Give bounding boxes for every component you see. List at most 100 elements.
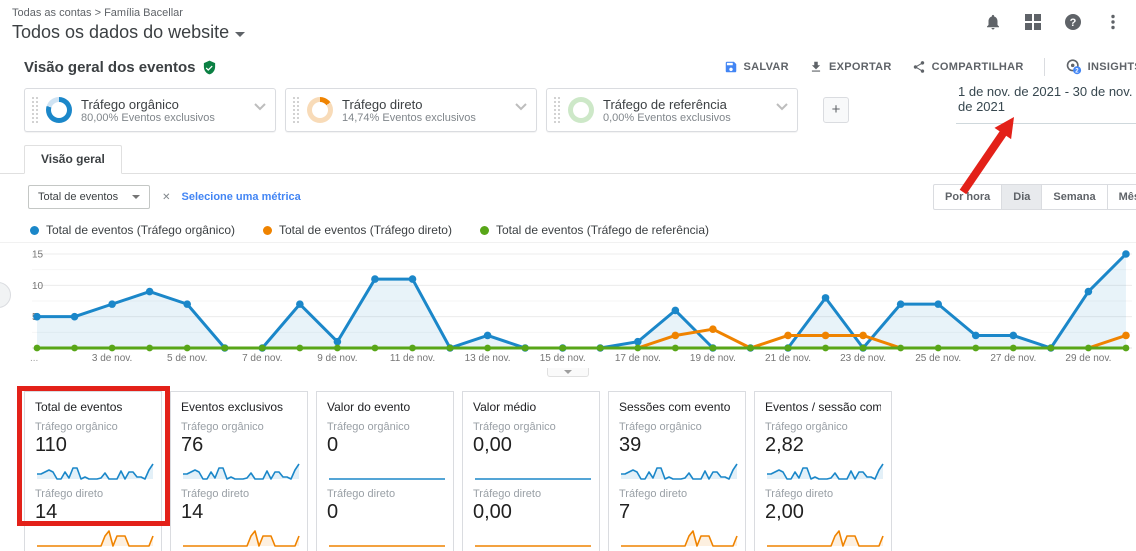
scorecard-title: Eventos / sessão com evento [765,400,881,414]
scorecard-segment-label: Tráfego direto [327,488,443,500]
segment-chip-2[interactable]: Tráfego direto14,74% Eventos exclusivos [285,88,537,132]
sparkline [765,526,885,550]
scorecard-segment-label: Tráfego orgânico [619,421,735,433]
metric-controls: Total de eventos ✕ Selecione uma métrica… [0,174,1136,214]
scorecard-segment-label: Tráfego orgânico [473,421,589,433]
chevron-down-icon [132,195,140,199]
scorecard-2[interactable]: Eventos exclusivosTráfego orgânico76Tráf… [170,391,308,551]
granularity-semana[interactable]: Semana [1042,184,1107,210]
metric-dropdown[interactable]: Total de eventos [28,185,150,209]
scorecard-segment-value: 7 [619,501,735,524]
svg-text:?: ? [1070,17,1077,29]
breadcrumb-separator: > [95,7,101,19]
sparkline [35,459,155,483]
share-button[interactable]: COMPARTILHAR [912,60,1024,74]
sparkline [327,459,447,483]
chevron-down-icon[interactable] [515,98,527,116]
svg-text:19 de nov.: 19 de nov. [690,353,736,364]
segment-donut-icon [568,97,594,123]
date-range-selector[interactable]: 1 de nov. de 2021 - 30 de nov. de 2021 [956,82,1136,124]
scorecard-segment-value: 2,82 [765,434,881,457]
segment-chip-3[interactable]: Tráfego de referência0,00% Eventos exclu… [546,88,798,132]
segments-row: Tráfego orgânico80,00% Eventos exclusivo… [0,80,1136,142]
page-title: Todos os dados do website [12,22,229,43]
breadcrumb[interactable]: Todas as contas > Família Bacellar [12,7,1124,19]
scorecard-segment-value: 14 [181,501,297,524]
drag-handle-icon[interactable] [292,96,300,124]
sparkline [327,526,447,550]
segment-name: Tráfego de referência [603,97,731,112]
help-icon[interactable]: ? [1064,13,1082,31]
segment-info: Tráfego direto14,74% Eventos exclusivos [342,97,476,124]
tabs-row: Visão geral [0,144,1136,174]
granularity-por-hora[interactable]: Por hora [933,184,1002,210]
chevron-down-icon[interactable] [254,98,266,116]
legend-dot-icon [480,226,489,235]
download-icon [809,60,823,74]
remove-metric-button[interactable]: ✕ [162,192,170,203]
svg-text:15: 15 [32,250,44,261]
scorecard-segment-label: Tráfego orgânico [327,421,443,433]
segment-detail: 80,00% Eventos exclusivos [81,112,215,124]
svg-text:23 de nov.: 23 de nov. [840,353,886,364]
scorecard-title: Sessões com evento [619,400,735,414]
scorecard-1[interactable]: Total de eventosTráfego orgânico110Tráfe… [24,391,162,551]
notifications-bell-icon[interactable] [984,13,1002,31]
scorecard-3[interactable]: Valor do eventoTráfego orgânico0Tráfego … [316,391,454,551]
export-button[interactable]: EXPORTAR [809,60,892,74]
insights-button[interactable]: 2 INSIGHTS [1065,59,1136,75]
drag-handle-icon[interactable] [31,96,39,124]
app-header: Todas as contas > Família Bacellar Todos… [0,0,1136,46]
breadcrumb-all-accounts[interactable]: Todas as contas [12,7,92,19]
scorecard-segment-label: Tráfego direto [473,488,589,500]
header-icons: ? [984,13,1122,31]
granularity-dia[interactable]: Dia [1002,184,1042,210]
apps-grid-icon[interactable] [1024,13,1042,31]
scorecards-row: Total de eventosTráfego orgânico110Tráfe… [0,377,1136,551]
chevron-down-icon[interactable] [776,98,788,116]
chevron-down-icon [235,32,245,37]
report-bar: Visão geral dos eventos SALVAR EXPORTAR … [0,46,1136,80]
segment-chip-1[interactable]: Tráfego orgânico80,00% Eventos exclusivo… [24,88,276,132]
svg-text:15 de nov.: 15 de nov. [540,353,586,364]
scorecard-5[interactable]: Sessões com eventoTráfego orgânico39Tráf… [608,391,746,551]
expand-chart-handle[interactable] [547,368,589,377]
scorecard-segment-value: 76 [181,434,297,457]
scorecard-6[interactable]: Eventos / sessão com eventoTráfego orgân… [754,391,892,551]
ga-events-overview-page: { "colors": { "blue":"#1b87c9", "orange"… [0,0,1136,551]
select-metric-link[interactable]: Selecione uma métrica [182,191,301,203]
scorecard-segment-value: 0 [327,501,443,524]
sparkline [473,526,593,550]
legend-label: Total de eventos (Tráfego orgânico) [46,223,235,237]
legend-dot-icon [263,226,272,235]
share-icon [912,60,926,74]
save-label: SALVAR [744,61,789,73]
scorecard-4[interactable]: Valor médioTráfego orgânico0,00Tráfego d… [462,391,600,551]
add-segment-button[interactable]: + [823,97,849,123]
save-button[interactable]: SALVAR [724,60,789,74]
scorecard-title: Total de eventos [35,400,151,414]
scorecard-segment-label: Tráfego direto [765,488,881,500]
export-label: EXPORTAR [829,61,892,73]
scorecard-segment-label: Tráfego direto [619,488,735,500]
svg-text:11 de nov.: 11 de nov. [390,353,435,364]
sparkline [473,459,593,483]
scorecard-segment-label: Tráfego direto [35,488,151,500]
verified-shield-icon [202,60,217,75]
tab-visao-geral[interactable]: Visão geral [24,145,122,174]
report-actions: SALVAR EXPORTAR COMPARTILHAR 2 INSIGHTS [724,58,1136,76]
segment-donut-icon [46,97,72,123]
metric-dropdown-label: Total de eventos [38,191,118,203]
drag-handle-icon[interactable] [553,96,561,124]
granularity-mês[interactable]: Mês [1108,184,1136,210]
property-selector[interactable]: Todos os dados do website [12,22,1124,43]
breadcrumb-account[interactable]: Família Bacellar [104,7,183,19]
svg-text:17 de nov.: 17 de nov. [615,353,661,364]
events-timeline-chart: 510153 de nov.5 de nov.7 de nov.9 de nov… [26,243,1136,368]
report-title-wrap: Visão geral dos eventos [24,59,217,76]
scorecard-segment-value: 0,00 [473,501,589,524]
legend-item: Total de eventos (Tráfego orgânico) [30,223,235,237]
date-range-label: 1 de nov. de 2021 - 30 de nov. de 2021 [958,84,1132,114]
sparkline [619,459,739,483]
kebab-menu-icon[interactable] [1104,13,1122,31]
